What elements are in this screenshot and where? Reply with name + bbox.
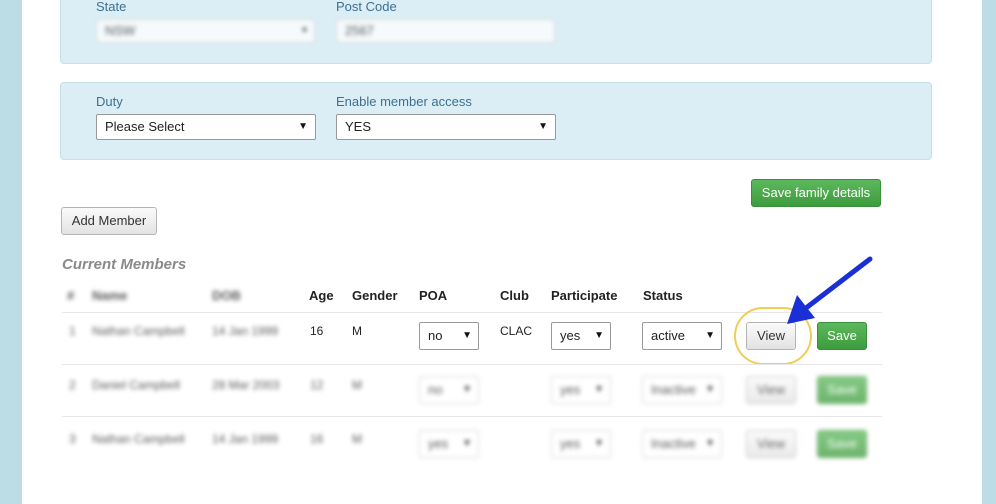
view-member-button[interactable]: View (746, 376, 796, 404)
participate-select[interactable]: yes ▼ (551, 376, 611, 404)
dropdown-arrow-icon: ▼ (298, 121, 308, 132)
member-dob: 14 Jan 1999 (212, 324, 279, 338)
member-number: 3 (69, 432, 76, 446)
participate-value: yes (560, 382, 581, 397)
access-panel: Duty Please Select ▼ Enable member acces… (60, 82, 932, 160)
save-member-button[interactable]: Save (817, 376, 867, 404)
save-member-button[interactable]: Save (817, 430, 867, 458)
current-members-title: Current Members (62, 256, 187, 273)
participate-value: yes (560, 436, 581, 451)
poa-select[interactable]: no ▼ (419, 376, 479, 404)
poa-select[interactable]: no ▼ (419, 322, 479, 350)
header-club: Club (500, 288, 529, 303)
participate-select[interactable]: yes ▼ (551, 430, 611, 458)
duty-label: Duty (96, 94, 123, 109)
view-member-button[interactable]: View (746, 430, 796, 458)
dropdown-arrow-icon: ▼ (594, 330, 604, 341)
state-select[interactable]: NSW ▾ (96, 19, 315, 43)
status-value: active (651, 328, 685, 343)
dropdown-arrow-icon: ▼ (594, 438, 604, 449)
add-member-button[interactable]: Add Member (61, 207, 157, 235)
header-age: Age (309, 288, 334, 303)
state-label: State (96, 0, 127, 14)
member-gender: M (352, 432, 362, 446)
save-member-button[interactable]: Save (817, 322, 867, 350)
member-name: Nathan Campbell (92, 432, 185, 446)
participate-select[interactable]: yes ▼ (551, 322, 611, 350)
member-gender: M (352, 378, 362, 392)
dropdown-arrow-icon: ▾ (301, 25, 307, 36)
address-panel: State NSW ▾ Post Code 2567 (60, 0, 932, 64)
poa-value: no (428, 382, 443, 397)
header-name: Name (92, 288, 128, 303)
header-dob: DOB (212, 288, 241, 303)
header-poa: POA (419, 288, 448, 303)
participate-value: yes (560, 328, 581, 343)
member-access-select[interactable]: YES ▼ (336, 114, 556, 140)
member-club: CLAC (500, 324, 533, 338)
member-number: 1 (69, 324, 76, 338)
header-status: Status (643, 288, 683, 303)
dropdown-arrow-icon: ▼ (705, 438, 715, 449)
header-number: # (67, 288, 75, 303)
dropdown-arrow-icon: ▼ (705, 384, 715, 395)
status-value: Inactive (651, 382, 696, 397)
status-select[interactable]: active ▼ (642, 322, 722, 350)
dropdown-arrow-icon: ▼ (462, 438, 472, 449)
member-age: 16 (310, 324, 324, 338)
postcode-input[interactable]: 2567 (336, 19, 555, 43)
member-number: 2 (69, 378, 76, 392)
state-value: NSW (105, 23, 136, 38)
member-dob: 28 Mar 2003 (212, 378, 280, 392)
postcode-value: 2567 (345, 23, 374, 38)
member-age: 12 (310, 378, 324, 392)
member-dob: 14 Jan 1999 (212, 432, 279, 446)
page-content: State NSW ▾ Post Code 2567 Duty Please S… (22, 0, 982, 504)
duty-select[interactable]: Please Select ▼ (96, 114, 316, 140)
poa-value: yes (428, 436, 449, 451)
dropdown-arrow-icon: ▼ (538, 121, 548, 132)
member-gender: M (352, 324, 362, 338)
dropdown-arrow-icon: ▼ (705, 330, 715, 341)
row-divider (62, 416, 882, 417)
member-name: Daniel Campbell (92, 378, 181, 392)
poa-select[interactable]: yes ▼ (419, 430, 479, 458)
postcode-label: Post Code (336, 0, 397, 14)
member-access-value: YES (345, 119, 372, 134)
poa-value: no (428, 328, 443, 343)
dropdown-arrow-icon: ▼ (594, 384, 604, 395)
member-name: Nathan Campbell (92, 324, 185, 338)
view-member-button[interactable]: View (746, 322, 796, 350)
header-participate: Participate (551, 288, 618, 303)
status-value: Inactive (651, 436, 696, 451)
duty-value: Please Select (105, 119, 185, 134)
row-divider (62, 364, 882, 365)
member-access-label: Enable member access (336, 94, 472, 109)
status-select[interactable]: Inactive ▼ (642, 376, 722, 404)
member-age: 16 (310, 432, 324, 446)
dropdown-arrow-icon: ▼ (462, 330, 472, 341)
save-family-details-button[interactable]: Save family details (751, 179, 881, 207)
header-gender: Gender (352, 288, 398, 303)
status-select[interactable]: Inactive ▼ (642, 430, 722, 458)
dropdown-arrow-icon: ▼ (462, 384, 472, 395)
